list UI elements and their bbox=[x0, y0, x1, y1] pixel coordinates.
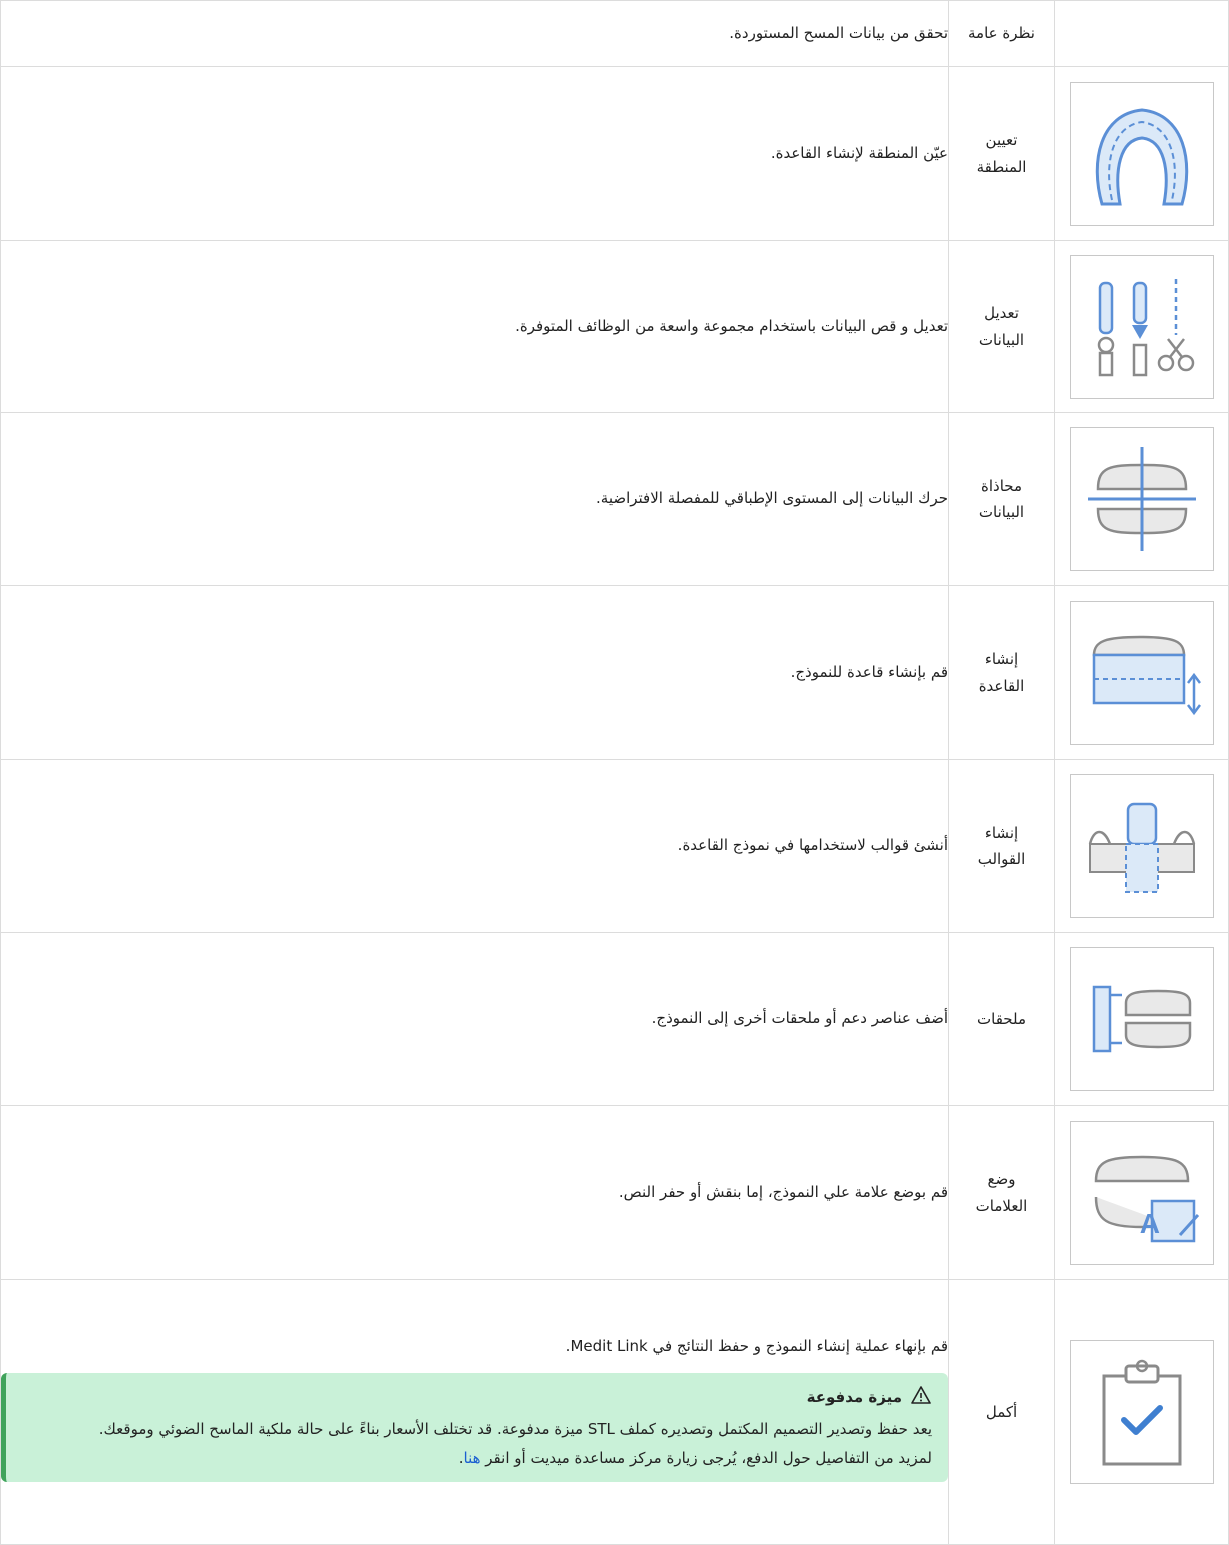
callout-title-text: ميزة مدفوعة bbox=[806, 1388, 902, 1407]
step-name: ملحقات bbox=[977, 1009, 1026, 1028]
header-icon-cell bbox=[1054, 0, 1229, 67]
workflow-table: نظرة عامة تحقق من بيانات المسح المستوردة… bbox=[0, 0, 1229, 1545]
step-description: حرك البيانات إلى المستوى الإطباقي للمفصل… bbox=[596, 489, 948, 508]
dental-arch-icon bbox=[1069, 81, 1214, 226]
step-description: قم بإنهاء عملية إنشاء النموذج و حفظ النت… bbox=[565, 1336, 948, 1355]
warning-icon bbox=[910, 1385, 932, 1409]
table-row: إنشاء القوالب أنشئ قوالب لاستخدامها في ن… bbox=[0, 759, 1229, 933]
help-link[interactable]: هنا bbox=[464, 1449, 481, 1467]
step-description: أضف عناصر دعم أو ملحقات أخرى إلى النموذج… bbox=[651, 1009, 948, 1028]
table-row: A وضع العلامات قم بوضع علامة علي النموذج… bbox=[0, 1105, 1229, 1280]
callout-body: يعد حفظ وتصدير التصميم المكتمل وتصديره ك… bbox=[98, 1420, 932, 1439]
table-row: إنشاء القاعدة قم بإنشاء قاعدة للنموذج. bbox=[0, 585, 1229, 760]
step-name: تعديل البيانات bbox=[978, 304, 1025, 349]
step-description: قم بوضع علامة علي النموذج، إما بنقش أو ح… bbox=[618, 1182, 948, 1201]
step-description: تحقق من بيانات المسح المستوردة. bbox=[729, 23, 948, 42]
create-base-icon bbox=[1069, 600, 1214, 745]
step-name: تعيين المنطقة bbox=[976, 131, 1027, 176]
table-row: تعيين المنطقة عيّن المنطقة لإنشاء القاعد… bbox=[0, 66, 1229, 241]
step-description: تعديل و قص البيانات باستخدام مجموعة واسع… bbox=[515, 316, 948, 335]
callout-more-info: لمزيد من التفاصيل حول الدفع، يُرجى زيارة… bbox=[18, 1444, 932, 1473]
labeling-icon: A bbox=[1069, 1120, 1214, 1265]
edit-trim-tools-icon bbox=[1069, 254, 1214, 399]
table-row: محاذاة البيانات حرك البيانات إلى المستوى… bbox=[0, 412, 1229, 586]
align-occlusal-plane-icon bbox=[1069, 427, 1214, 571]
step-description: قم بإنشاء قاعدة للنموذج. bbox=[790, 662, 948, 681]
attachments-icon bbox=[1069, 947, 1214, 1091]
paid-feature-callout: ميزة مدفوعة يعد حفظ وتصدير التصميم المكت… bbox=[1, 1373, 948, 1483]
step-name: إنشاء القاعدة bbox=[978, 650, 1025, 695]
header-description-cell: تحقق من بيانات المسح المستوردة. bbox=[0, 0, 949, 67]
callout-title: ميزة مدفوعة bbox=[18, 1385, 932, 1409]
svg-text:A: A bbox=[1139, 1208, 1159, 1239]
table-row: تعديل البيانات تعديل و قص البيانات باستخ… bbox=[0, 240, 1229, 413]
step-name: إنشاء القوالب bbox=[977, 823, 1026, 868]
step-description: عيّن المنطقة لإنشاء القاعدة. bbox=[770, 143, 948, 162]
step-name: وضع العلامات bbox=[975, 1170, 1028, 1215]
callout-more-prefix: لمزيد من التفاصيل حول الدفع، يُرجى زيارة… bbox=[480, 1448, 932, 1467]
clipboard-check-icon bbox=[1069, 1340, 1214, 1484]
step-name: أكمل bbox=[985, 1402, 1018, 1421]
table-row: نظرة عامة تحقق من بيانات المسح المستوردة… bbox=[0, 0, 1229, 67]
table-row: أكمل قم بإنهاء عملية إنشاء النموذج و حفظ… bbox=[0, 1279, 1229, 1545]
table-row: ملحقات أضف عناصر دعم أو ملحقات أخرى إلى … bbox=[0, 932, 1229, 1106]
step-description: أنشئ قوالب لاستخدامها في نموذج القاعدة. bbox=[677, 836, 948, 855]
step-name: محاذاة البيانات bbox=[978, 476, 1025, 521]
step-name: نظرة عامة bbox=[968, 24, 1035, 43]
header-name-cell: نظرة عامة bbox=[948, 0, 1055, 67]
create-die-icon bbox=[1069, 774, 1214, 918]
